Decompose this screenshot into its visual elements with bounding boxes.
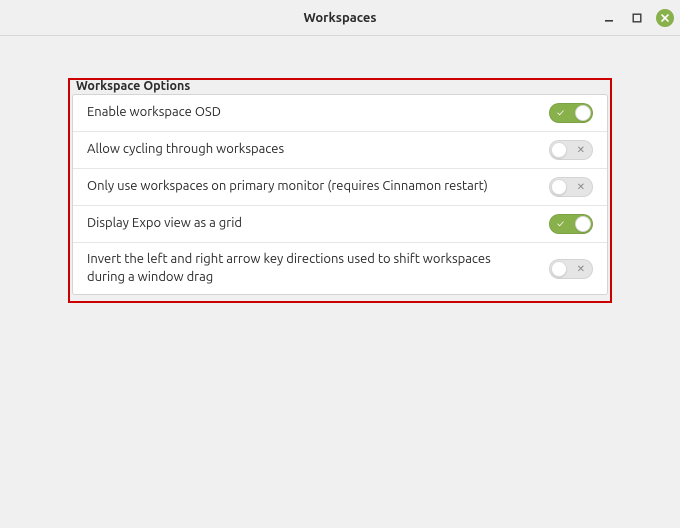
toggle-primary-only[interactable]: ✕ bbox=[549, 177, 593, 197]
toggle-enable-osd[interactable]: ✓ bbox=[549, 103, 593, 123]
panel-title: Workspace Options bbox=[74, 78, 192, 99]
option-label: Display Expo view as a grid bbox=[87, 215, 549, 233]
close-button[interactable] bbox=[656, 9, 674, 27]
option-allow-cycling: Allow cycling through workspaces ✕ bbox=[73, 132, 607, 169]
maximize-button[interactable] bbox=[628, 9, 646, 27]
toggle-allow-cycling[interactable]: ✕ bbox=[549, 140, 593, 160]
toggle-knob bbox=[575, 216, 591, 232]
option-label: Allow cycling through workspaces bbox=[87, 141, 549, 159]
content-area: Workspace Options Enable workspace OSD ✓… bbox=[0, 36, 680, 303]
minimize-button[interactable] bbox=[600, 9, 618, 27]
toggle-knob bbox=[551, 179, 567, 195]
option-label: Invert the left and right arrow key dire… bbox=[87, 251, 549, 286]
cross-icon: ✕ bbox=[577, 182, 585, 192]
option-label: Enable workspace OSD bbox=[87, 104, 549, 122]
option-enable-osd: Enable workspace OSD ✓ bbox=[73, 95, 607, 132]
close-icon bbox=[660, 13, 670, 23]
toggle-knob bbox=[551, 142, 567, 158]
toggle-expo-grid[interactable]: ✓ bbox=[549, 214, 593, 234]
titlebar: Workspaces bbox=[0, 0, 680, 36]
option-primary-only: Only use workspaces on primary monitor (… bbox=[73, 169, 607, 206]
check-icon: ✓ bbox=[557, 219, 564, 229]
options-list: Enable workspace OSD ✓ Allow cycling thr… bbox=[72, 94, 608, 295]
option-label: Only use workspaces on primary monitor (… bbox=[87, 178, 549, 196]
option-expo-grid: Display Expo view as a grid ✓ bbox=[73, 206, 607, 243]
toggle-knob bbox=[551, 261, 567, 277]
toggle-knob bbox=[575, 105, 591, 121]
cross-icon: ✕ bbox=[577, 145, 585, 155]
workspace-options-panel: Workspace Options Enable workspace OSD ✓… bbox=[68, 78, 612, 303]
window-title: Workspaces bbox=[303, 11, 376, 25]
window-controls bbox=[600, 9, 674, 27]
cross-icon: ✕ bbox=[577, 264, 585, 274]
maximize-icon bbox=[632, 13, 642, 23]
minimize-icon bbox=[604, 13, 614, 23]
check-icon: ✓ bbox=[557, 108, 564, 118]
option-invert-arrows: Invert the left and right arrow key dire… bbox=[73, 243, 607, 294]
toggle-invert-arrows[interactable]: ✕ bbox=[549, 259, 593, 279]
